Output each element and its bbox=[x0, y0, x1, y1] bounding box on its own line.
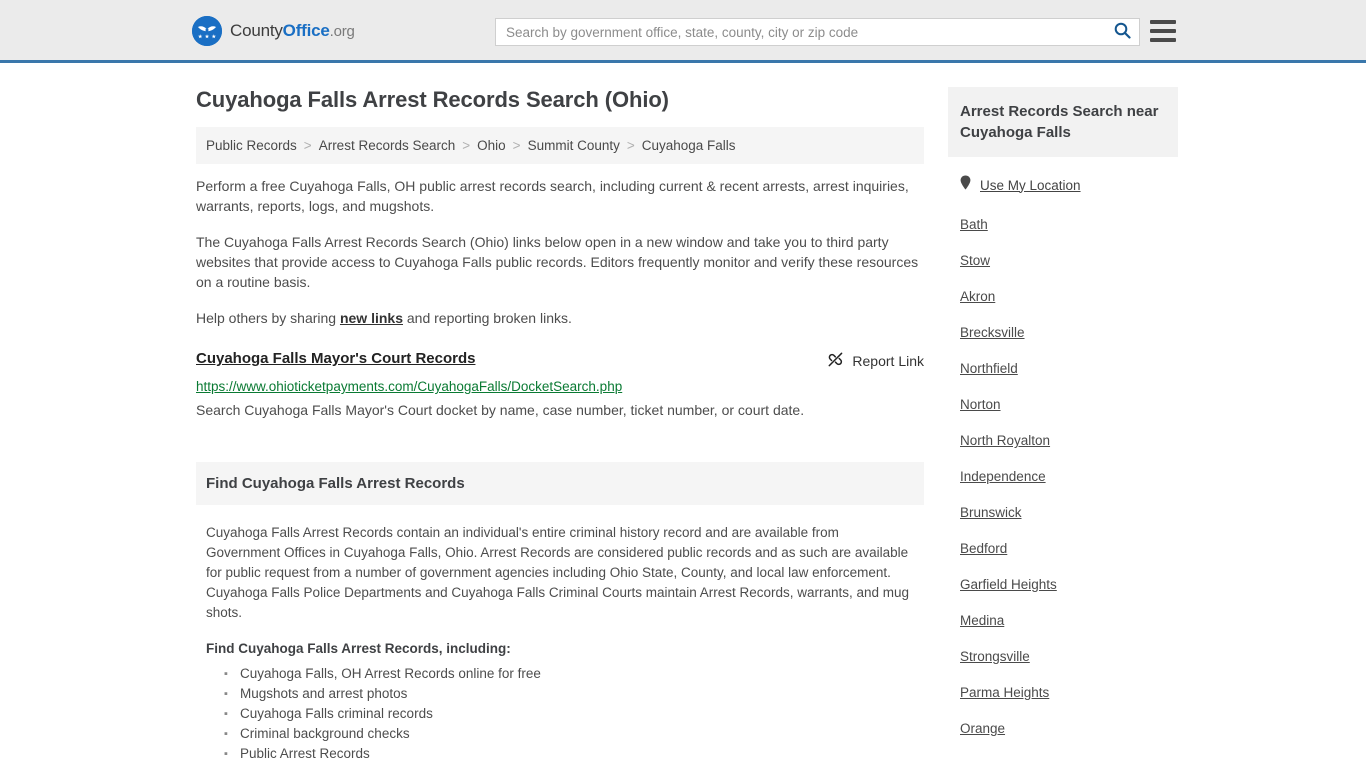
result-url[interactable]: https://www.ohioticketpayments.com/Cuyah… bbox=[196, 379, 924, 394]
breadcrumb-item-ohio[interactable]: Ohio bbox=[477, 138, 506, 153]
sidebar-item-strongsville[interactable]: Strongsville bbox=[960, 649, 1166, 664]
search-button[interactable] bbox=[1105, 19, 1139, 45]
page-title: Cuyahoga Falls Arrest Records Search (Oh… bbox=[196, 87, 669, 112]
section-header: Find Cuyahoga Falls Arrest Records bbox=[196, 462, 924, 505]
eagle-crest-logo-icon bbox=[192, 16, 222, 46]
hamburger-menu-icon[interactable] bbox=[1150, 20, 1176, 42]
logo-text-office: Office bbox=[282, 21, 330, 40]
sidebar-item-orange[interactable]: Orange bbox=[960, 721, 1166, 736]
site-logo[interactable]: CountyOffice.org bbox=[192, 16, 355, 46]
sidebar-item-norton[interactable]: Norton bbox=[960, 397, 1166, 412]
main-column: Cuyahoga Falls Arrest Records Search (Oh… bbox=[196, 63, 924, 764]
sidebar-item-brecksville[interactable]: Brecksville bbox=[960, 325, 1166, 340]
intro-paragraph-2: The Cuyahoga Falls Arrest Records Search… bbox=[196, 234, 919, 290]
intro-text: Perform a free Cuyahoga Falls, OH public… bbox=[196, 176, 924, 328]
content-row: Cuyahoga Falls Arrest Records Search (Oh… bbox=[0, 63, 1366, 764]
hamburger-bar-2 bbox=[1150, 29, 1176, 33]
logo-text-org: .org bbox=[329, 23, 355, 40]
sidebar-item-bath[interactable]: Bath bbox=[960, 217, 1166, 232]
intro-p3-before: Help others by sharing bbox=[196, 310, 340, 326]
find-records-section: Find Cuyahoga Falls Arrest Records Cuyah… bbox=[196, 462, 924, 764]
list-item: Criminal background checks bbox=[224, 724, 914, 744]
intro-paragraph-1: Perform a free Cuyahoga Falls, OH public… bbox=[196, 178, 909, 214]
breadcrumb-item-public-records[interactable]: Public Records bbox=[206, 138, 297, 153]
sidebar-item-garfield-heights[interactable]: Garfield Heights bbox=[960, 577, 1166, 592]
search-bar[interactable] bbox=[495, 18, 1140, 46]
list-item: Mugshots and arrest photos bbox=[224, 684, 914, 704]
hamburger-bar-1 bbox=[1150, 20, 1176, 24]
sidebar: Arrest Records Search near Cuyahoga Fall… bbox=[948, 63, 1178, 764]
breadcrumb-separator: > bbox=[512, 138, 521, 153]
list-item: Cuyahoga Falls, OH Arrest Records online… bbox=[224, 664, 914, 684]
broken-link-icon bbox=[827, 351, 844, 371]
section-paragraph: Cuyahoga Falls Arrest Records contain an… bbox=[206, 525, 910, 620]
sidebar-item-bedford[interactable]: Bedford bbox=[960, 541, 1166, 556]
result-header-row: Cuyahoga Falls Mayor's Court Records Rep… bbox=[196, 350, 924, 371]
sidebar-header: Arrest Records Search near Cuyahoga Fall… bbox=[948, 87, 1178, 157]
report-link-label: Report Link bbox=[852, 353, 924, 369]
section-list-heading: Find Cuyahoga Falls Arrest Records, incl… bbox=[206, 641, 511, 656]
sidebar-item-brunswick[interactable]: Brunswick bbox=[960, 505, 1166, 520]
sidebar-item-akron[interactable]: Akron bbox=[960, 289, 1166, 304]
sidebar-item-parma-heights[interactable]: Parma Heights bbox=[960, 685, 1166, 700]
sidebar-links: Use My Location Bath Stow Akron Brecksvi… bbox=[948, 175, 1178, 736]
page-body: Cuyahoga Falls Arrest Records Search (Oh… bbox=[0, 63, 1366, 764]
list-item: Cuyahoga Falls criminal records bbox=[224, 704, 914, 724]
use-my-location-label: Use My Location bbox=[980, 177, 1081, 193]
sidebar-item-northfield[interactable]: Northfield bbox=[960, 361, 1166, 376]
hamburger-bar-3 bbox=[1150, 38, 1176, 42]
logo-text-county: County bbox=[230, 21, 283, 40]
use-my-location-link[interactable]: Use My Location bbox=[960, 175, 1166, 195]
site-header: CountyOffice.org bbox=[0, 0, 1366, 63]
map-pin-icon bbox=[960, 175, 971, 195]
breadcrumb-separator: > bbox=[303, 138, 312, 153]
sidebar-item-medina[interactable]: Medina bbox=[960, 613, 1166, 628]
result-item: Cuyahoga Falls Mayor's Court Records Rep… bbox=[196, 350, 924, 420]
breadcrumb-item-cuyahoga-falls: Cuyahoga Falls bbox=[641, 138, 736, 153]
result-description: Search Cuyahoga Falls Mayor's Court dock… bbox=[196, 402, 805, 418]
section-list: Cuyahoga Falls, OH Arrest Records online… bbox=[206, 664, 914, 764]
search-input[interactable] bbox=[496, 19, 1105, 45]
result-title-link[interactable]: Cuyahoga Falls Mayor's Court Records bbox=[196, 350, 475, 367]
site-logo-text: CountyOffice.org bbox=[230, 21, 355, 41]
list-item: Public Arrest Records bbox=[224, 744, 914, 764]
search-icon bbox=[1114, 22, 1131, 42]
new-links-link[interactable]: new links bbox=[340, 310, 403, 326]
report-link-button[interactable]: Report Link bbox=[827, 350, 924, 371]
breadcrumb-item-arrest-records-search[interactable]: Arrest Records Search bbox=[319, 138, 456, 153]
breadcrumb: Public Records > Arrest Records Search >… bbox=[196, 127, 924, 164]
intro-paragraph-3: Help others by sharing new links and rep… bbox=[196, 308, 924, 328]
breadcrumb-separator: > bbox=[626, 138, 635, 153]
breadcrumb-separator: > bbox=[462, 138, 471, 153]
sidebar-item-stow[interactable]: Stow bbox=[960, 253, 1166, 268]
section-body: Cuyahoga Falls Arrest Records contain an… bbox=[196, 505, 924, 764]
sidebar-item-north-royalton[interactable]: North Royalton bbox=[960, 433, 1166, 448]
intro-p3-after: and reporting broken links. bbox=[403, 310, 572, 326]
sidebar-item-independence[interactable]: Independence bbox=[960, 469, 1166, 484]
breadcrumb-item-summit-county[interactable]: Summit County bbox=[528, 138, 620, 153]
